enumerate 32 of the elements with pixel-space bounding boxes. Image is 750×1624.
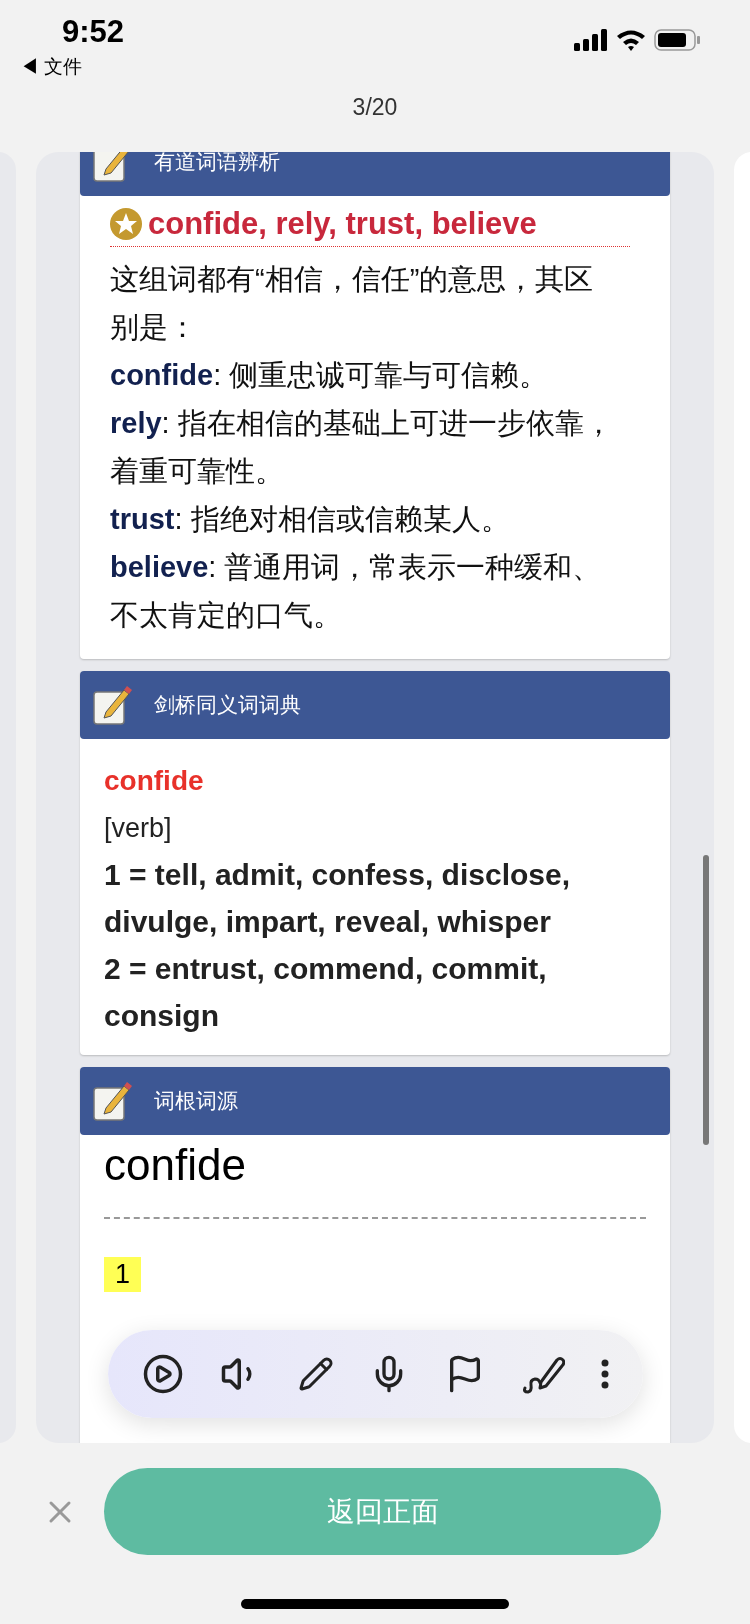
notepad-icon bbox=[92, 1080, 132, 1122]
notepad-icon bbox=[92, 152, 132, 183]
part-of-speech: [verb] bbox=[104, 812, 173, 845]
pencil-icon bbox=[297, 1356, 334, 1392]
play-button[interactable] bbox=[141, 1353, 184, 1395]
heading-text: confide, rely, trust, believe bbox=[148, 206, 537, 242]
pencil-button[interactable] bbox=[297, 1356, 334, 1392]
section-title: 有道词语辨析 bbox=[154, 152, 280, 175]
back-link[interactable]: ◀ 文件 bbox=[20, 54, 125, 80]
signal-icon bbox=[574, 29, 608, 51]
status-time: 9:52 bbox=[61, 14, 125, 50]
number-label: 1 bbox=[104, 1257, 142, 1292]
play-icon bbox=[141, 1353, 184, 1395]
definition-text: confide: 侧重忠诚可靠与可信赖。 bbox=[110, 358, 550, 393]
section-title: 词根词源 bbox=[154, 1088, 238, 1114]
definition-text: believe: 普通用词，常表示一种缓和、不太肯定的口气。 bbox=[110, 550, 603, 633]
definition-text: rely: 指在相信的基础上可进一步依靠，着重可靠性。 bbox=[110, 406, 614, 489]
wifi-icon bbox=[616, 29, 646, 51]
squiggle-pen-icon bbox=[521, 1354, 566, 1394]
more-button[interactable] bbox=[601, 1359, 609, 1389]
definition-text: trust: 指绝对相信或信赖某人。 bbox=[110, 502, 511, 537]
headword: confide bbox=[104, 1135, 646, 1219]
synonym-list: 2 = entrust, commend, commit, consign bbox=[104, 945, 614, 1039]
battery-icon bbox=[654, 29, 700, 51]
section-title: 剑桥同义词词典 bbox=[154, 692, 301, 718]
notepad-icon bbox=[92, 684, 132, 726]
more-icon bbox=[601, 1359, 609, 1389]
page-counter: 3/20 bbox=[352, 93, 398, 121]
intro-text: 这组词都有“相信，信任”的意思，其区别是： bbox=[110, 262, 595, 345]
squiggle-pen-button[interactable] bbox=[521, 1354, 566, 1394]
headword: confide bbox=[104, 764, 205, 798]
synonym-list: 1 = tell, admit, confess, disclose, divulge, impart, reveal, whisper bbox=[104, 851, 614, 945]
